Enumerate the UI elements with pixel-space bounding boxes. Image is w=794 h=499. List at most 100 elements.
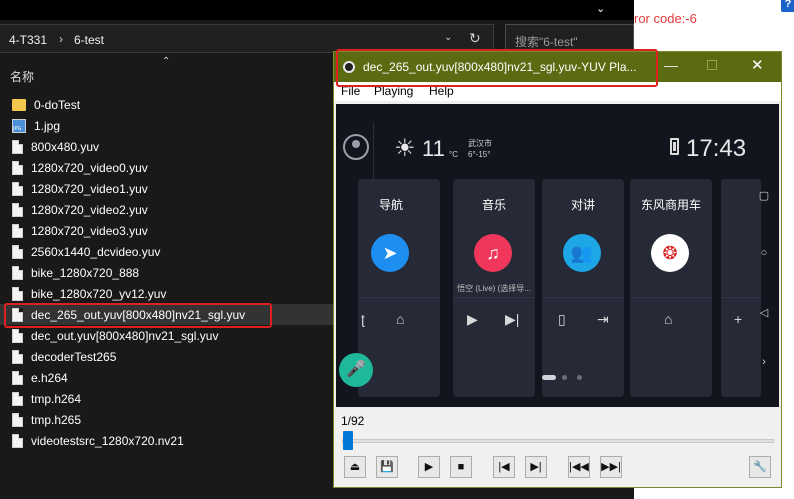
breadcrumb-separator-icon: › bbox=[59, 32, 63, 46]
chevron-down-icon[interactable]: ⌄ bbox=[596, 2, 605, 15]
file-icon bbox=[12, 265, 23, 280]
file-name: 0-doTest bbox=[34, 97, 81, 112]
card-intercom: 对讲 👥 ▯ ⇥ bbox=[542, 179, 624, 397]
card-divider bbox=[630, 297, 712, 298]
card-divider bbox=[358, 297, 440, 298]
file-name: videotestsrc_1280x720.nv21 bbox=[31, 433, 184, 448]
file-name: tmp.h264 bbox=[31, 391, 82, 406]
file-name: e.h264 bbox=[31, 370, 68, 385]
rewind-icon[interactable]: |◀◀ bbox=[568, 456, 590, 478]
page-indicator-dot bbox=[562, 375, 567, 380]
file-icon bbox=[12, 391, 23, 406]
navigation-icon: ➤ bbox=[371, 234, 409, 272]
next-track-icon: ▶| bbox=[505, 311, 520, 327]
fast-forward-icon[interactable]: ▶▶| bbox=[600, 456, 622, 478]
stop-icon[interactable]: ■ bbox=[450, 456, 472, 478]
card-divider bbox=[721, 297, 761, 298]
file-name: tmp.h265 bbox=[31, 412, 82, 427]
prev-frame-icon[interactable]: |◀ bbox=[493, 456, 515, 478]
android-circle-icon: ○ bbox=[760, 247, 768, 259]
temperature-range: 6°-15° bbox=[468, 150, 491, 159]
clock-time: 17:43 bbox=[686, 135, 747, 162]
breadcrumb-item[interactable]: 6-test bbox=[74, 33, 104, 47]
settings-wrench-icon[interactable]: 🔧 bbox=[749, 456, 771, 478]
explorer-toolbar: ⌄ bbox=[0, 0, 634, 20]
file-icon bbox=[12, 328, 23, 343]
yuv-player-window: dec_265_out.yuv[800x480]nv21_sgl.yuv-YUV… bbox=[333, 51, 782, 488]
file-icon bbox=[12, 160, 23, 175]
file-name: 1280x720_video1.yuv bbox=[31, 181, 148, 196]
walkie-talkie-icon: ▯ bbox=[558, 311, 566, 327]
highlight-selected-file bbox=[4, 303, 272, 328]
card-title: 东风商用车 bbox=[640, 198, 701, 212]
card-title: 导航 bbox=[378, 198, 403, 212]
file-icon bbox=[12, 370, 23, 385]
column-header-name[interactable]: 名称 bbox=[10, 68, 34, 85]
frame-counter: 1/92 bbox=[341, 414, 365, 428]
card-title: 对讲 bbox=[570, 198, 595, 212]
avatar-icon bbox=[343, 134, 369, 160]
dongfeng-logo-icon: ❂ bbox=[651, 234, 689, 272]
slider-thumb[interactable] bbox=[343, 431, 353, 450]
sort-ascending-icon: ⌃ bbox=[162, 56, 171, 67]
address-dropdown-icon[interactable]: ⌄ bbox=[444, 32, 452, 43]
search-placeholder: 搜索"6-test" bbox=[515, 35, 578, 49]
help-icon[interactable]: ? bbox=[781, 0, 794, 12]
file-name: 1280x720_video0.yuv bbox=[31, 160, 148, 175]
song-title: 悟空 (Live) (选择导... bbox=[457, 284, 531, 293]
music-icon: ♫ bbox=[474, 234, 512, 272]
sun-icon: ☀ bbox=[394, 135, 416, 162]
image-file-icon bbox=[12, 118, 26, 133]
home-icon: ⌂ bbox=[396, 311, 405, 327]
android-back-icon: ◁ bbox=[759, 307, 769, 319]
video-frame: ☀ 11 °C 武汉市 6°-15° 17:43 导航 ➤ ʈ ⌂ 音乐 ♫ 悟… bbox=[336, 104, 779, 407]
file-icon bbox=[12, 433, 23, 448]
folder-icon bbox=[12, 98, 26, 111]
file-icon bbox=[12, 412, 23, 427]
play-icon[interactable]: ▶ bbox=[418, 456, 440, 478]
eject-icon[interactable]: ⏏ bbox=[344, 456, 366, 478]
file-icon bbox=[12, 349, 23, 364]
file-name: dec_out.yuv[800x480]nv21_sgl.yuv bbox=[31, 328, 219, 343]
file-name: 2560x1440_dcvideo.yuv bbox=[31, 244, 161, 259]
file-name: bike_1280x720_yv12.yuv bbox=[31, 286, 167, 301]
temperature: 11 bbox=[422, 136, 445, 161]
maximize-icon[interactable] bbox=[707, 60, 717, 70]
file-icon bbox=[12, 139, 23, 154]
card-dongfeng: 东风商用车 ❂ ⌂ bbox=[630, 179, 712, 397]
card-divider bbox=[542, 297, 624, 298]
minimize-icon[interactable]: — bbox=[664, 57, 678, 73]
battery-icon bbox=[670, 138, 679, 155]
add-icon: + bbox=[734, 311, 743, 327]
file-name: 1.jpg bbox=[34, 118, 61, 133]
file-name: 800x480.yuv bbox=[31, 139, 100, 154]
card-partial: + bbox=[721, 179, 761, 397]
file-name: 1280x720_video3.yuv bbox=[31, 223, 148, 238]
refresh-icon[interactable]: ↻ bbox=[469, 30, 481, 47]
page-indicator-dot bbox=[577, 375, 582, 380]
microphone-icon: 🎤 bbox=[339, 353, 373, 387]
file-icon bbox=[12, 223, 23, 238]
exit-icon: ⇥ bbox=[597, 311, 609, 327]
file-icon bbox=[12, 244, 23, 259]
breadcrumb-item[interactable]: 4-T331 bbox=[9, 33, 47, 47]
frame-slider[interactable] bbox=[342, 439, 774, 443]
intercom-icon: 👥 bbox=[563, 234, 601, 272]
save-icon[interactable]: 💾 bbox=[376, 456, 398, 478]
card-divider bbox=[453, 297, 535, 298]
highlight-window-title bbox=[336, 49, 658, 87]
file-icon bbox=[12, 181, 23, 196]
file-icon bbox=[12, 286, 23, 301]
page-indicator-dot bbox=[542, 375, 556, 380]
card-music: 音乐 ♫ 悟空 (Live) (选择导... ▶ ▶| bbox=[453, 179, 535, 397]
chevron-right-icon: › bbox=[762, 356, 766, 368]
close-icon[interactable]: ✕ bbox=[751, 56, 764, 74]
file-icon bbox=[12, 202, 23, 217]
temperature-unit: °C bbox=[449, 150, 458, 159]
city-name: 武汉市 bbox=[468, 139, 492, 148]
file-name: bike_1280x720_888 bbox=[31, 265, 140, 280]
card-title: 音乐 bbox=[481, 198, 506, 212]
file-name: 1280x720_video2.yuv bbox=[31, 202, 148, 217]
next-frame-icon[interactable]: ▶| bbox=[525, 456, 547, 478]
android-square-icon: ▢ bbox=[758, 190, 770, 202]
